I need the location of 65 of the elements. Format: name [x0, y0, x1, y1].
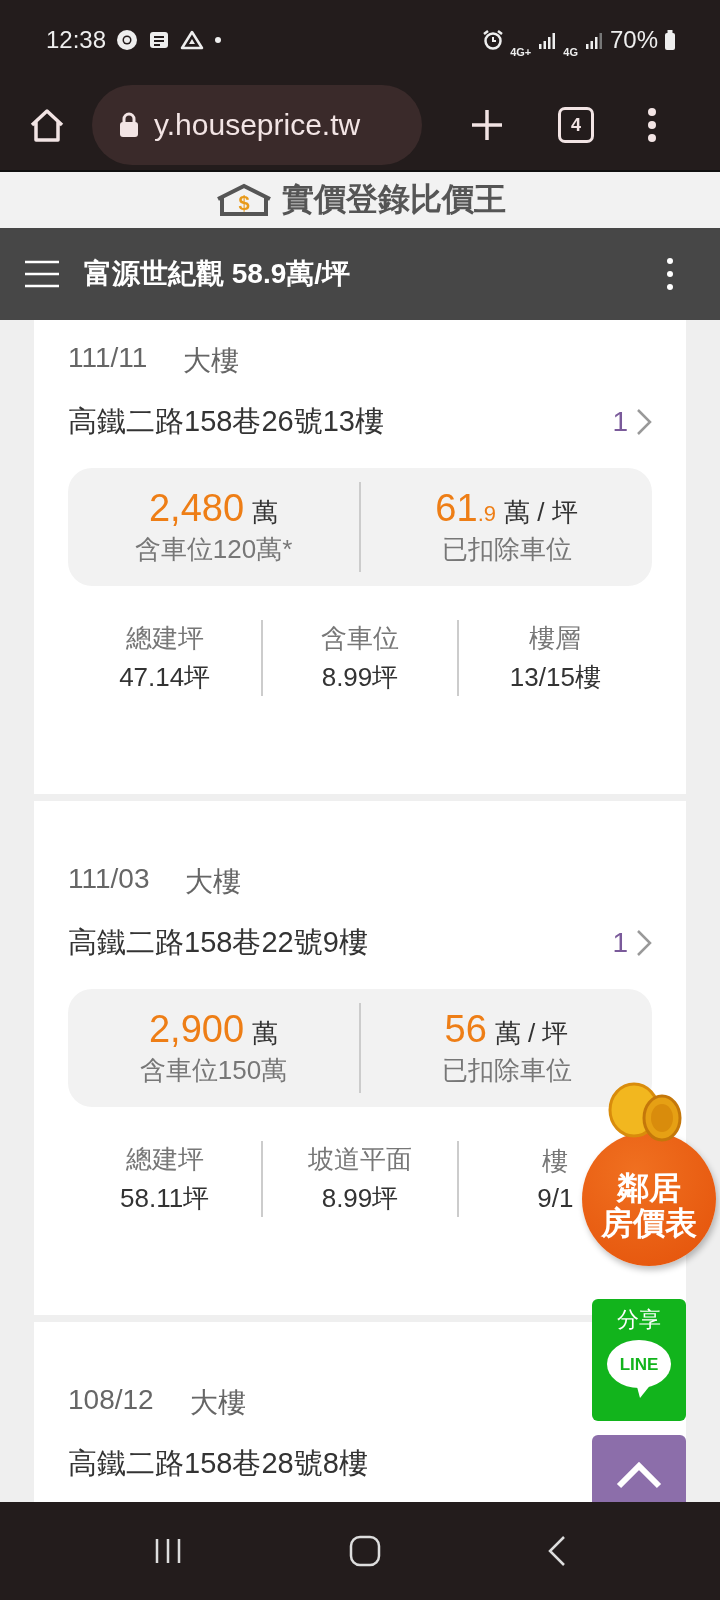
- unit-price: 61.9: [435, 487, 496, 530]
- signal-icon: [537, 30, 558, 50]
- address: 高鐵二路158巷22號9樓: [68, 925, 368, 960]
- address: 高鐵二路158巷28號8樓: [68, 1446, 368, 1481]
- building-type: 大樓: [183, 344, 240, 378]
- dot-icon: [214, 36, 223, 44]
- home-button-icon[interactable]: [349, 1535, 381, 1567]
- price-unit: 萬 / 坪: [494, 1017, 569, 1050]
- home-icon[interactable]: [28, 106, 66, 144]
- back-to-top-button[interactable]: [592, 1435, 686, 1502]
- line-logo: LINE: [606, 1339, 672, 1399]
- network-label: 4G: [563, 46, 578, 58]
- stat-label: 樓層: [529, 622, 582, 655]
- stat-value: 8.99坪: [321, 1182, 399, 1215]
- stat-value: 13/15樓: [509, 661, 601, 694]
- price-unit: 萬: [252, 496, 279, 529]
- building-type: 大樓: [189, 1386, 246, 1420]
- transaction-date: 111/03: [68, 863, 150, 896]
- recent-apps-icon[interactable]: [153, 1537, 183, 1565]
- stat-value: 58.11坪: [120, 1182, 210, 1215]
- total-price: 2,480: [148, 487, 245, 530]
- more-icon[interactable]: [666, 257, 674, 291]
- chevron-up-icon: [616, 1461, 662, 1489]
- parking-price-note: 含車位150萬: [139, 1054, 288, 1087]
- unit-price: 56: [444, 1008, 487, 1051]
- chevron-right-icon[interactable]: [636, 929, 652, 957]
- chevron-right-icon[interactable]: [636, 408, 652, 436]
- news-icon: [148, 29, 171, 51]
- transaction-count[interactable]: 1: [612, 406, 628, 438]
- badge-text: 鄰居: [617, 1170, 681, 1206]
- new-tab-icon[interactable]: [470, 108, 504, 142]
- battery-level: 70%: [609, 26, 658, 54]
- tab-switcher-button[interactable]: 4: [558, 107, 594, 143]
- back-icon[interactable]: [547, 1535, 567, 1567]
- parking-price-note: 含車位120萬*: [134, 533, 293, 566]
- alarm-icon: [482, 29, 505, 51]
- menu-icon[interactable]: [24, 259, 60, 289]
- price-unit: 萬 / 坪: [504, 496, 578, 529]
- stat-value: 9/1: [537, 1183, 574, 1214]
- transaction-date: 108/12: [68, 1384, 154, 1417]
- building-type: 大樓: [185, 865, 242, 899]
- price-unit: 萬: [252, 1017, 279, 1050]
- listing-card[interactable]: 111/11 大樓 高鐵二路158巷26號13樓 1 2,480 萬 含車位120萬* 61.9 萬 / 坪 已扣除車位 總建坪 47.14坪 含車位 8.99坪 樓層 13/15樓: [34, 320, 686, 794]
- signal-icon: [583, 30, 604, 50]
- stat-value: 47.14坪: [119, 661, 211, 694]
- stat-label: 樓: [542, 1145, 569, 1178]
- parking-excluded-note: 已扣除車位: [441, 533, 572, 566]
- stat-label: 含車位: [321, 622, 399, 655]
- network-label: 4G+: [510, 46, 532, 58]
- total-price: 2,900: [148, 1008, 245, 1051]
- more-icon[interactable]: [646, 107, 658, 143]
- battery-icon: [664, 29, 676, 51]
- stat-label: 坡道平面: [308, 1143, 412, 1176]
- stat-label: 總建坪: [125, 1143, 204, 1176]
- page-title: 富源世紀觀 58.9萬/坪: [84, 257, 352, 291]
- stat-value: 8.99坪: [321, 661, 399, 694]
- lock-icon: [118, 112, 140, 138]
- stat-label: 總建坪: [125, 622, 204, 655]
- transaction-date: 111/11: [68, 342, 148, 375]
- address: 高鐵二路158巷26號13樓: [68, 404, 384, 439]
- address-bar[interactable]: y.houseprice.tw: [92, 85, 422, 165]
- site-logo-text: 實價登錄比價王: [282, 180, 506, 219]
- clock: 12:38: [46, 26, 107, 54]
- parking-excluded-note: 已扣除車位: [441, 1054, 572, 1087]
- transaction-count[interactable]: 1: [612, 927, 628, 959]
